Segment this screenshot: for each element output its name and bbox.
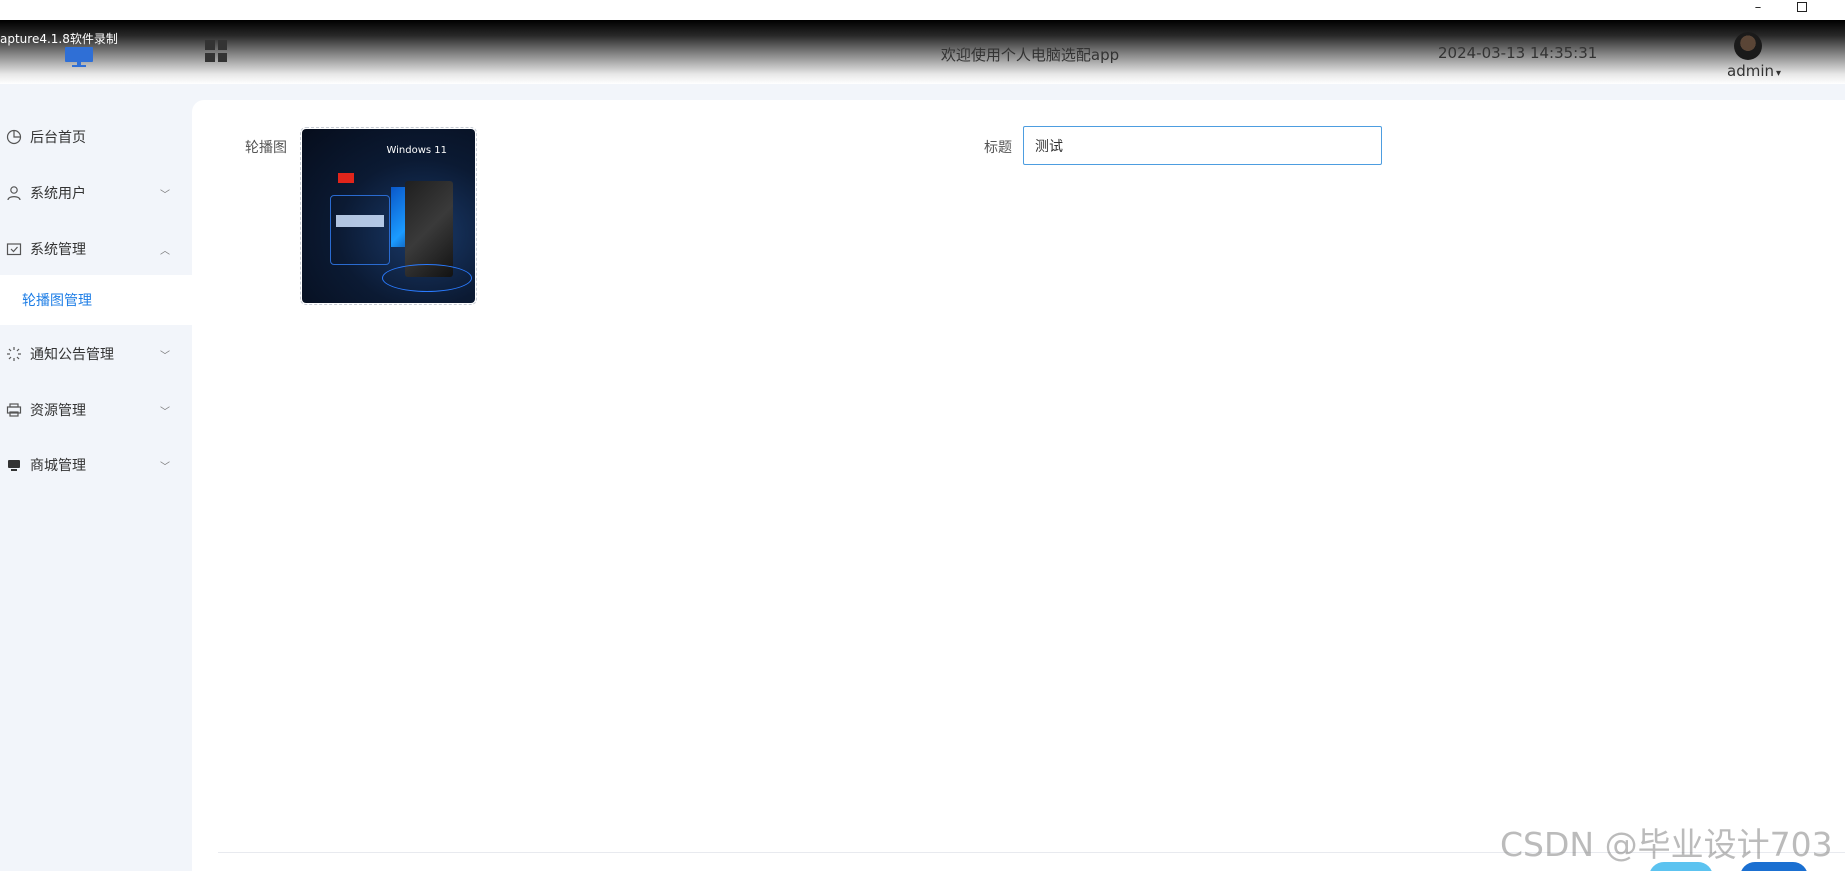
carousel-field-label: 轮播图 <box>245 140 287 156</box>
sidebar-item-resources[interactable]: 资源管理 ﹀ <box>0 390 192 430</box>
sidebar-item-mall[interactable]: 商城管理 ﹀ <box>0 445 192 485</box>
sidebar-subitem-carousel-management[interactable]: 轮播图管理 <box>0 275 192 325</box>
sidebar-item-label: 资源管理 <box>30 403 86 419</box>
sidebar-item-label: 通知公告管理 <box>30 347 114 363</box>
chevron-up-icon: ︿ <box>160 245 170 257</box>
sidebar-item-home[interactable]: 后台首页 <box>0 117 192 157</box>
submenu-label: 轮播图管理 <box>22 293 92 309</box>
sidebar-item-label: 系统用户 <box>30 186 86 202</box>
sidebar-item-label: 商城管理 <box>30 458 86 474</box>
folder-check-icon <box>6 241 22 257</box>
sidebar-item-notices[interactable]: 通知公告管理 ﹀ <box>0 334 192 374</box>
sidebar: 后台首页 系统用户 ﹀ 系统管理 ︿ 轮播图管理 通知公告管理 ﹀ 资源管理 ﹀ <box>0 84 192 871</box>
glow-ring-graphic <box>382 264 472 292</box>
header-datetime: 2024-03-13 14:35:31 <box>1438 44 1598 62</box>
chevron-down-icon: ﹀ <box>160 406 170 418</box>
capture-watermark-label: apture4.1.8软件录制 <box>0 32 118 46</box>
pie-chart-icon <box>6 129 22 145</box>
title-field-label: 标题 <box>984 140 1012 156</box>
minimize-button[interactable]: – <box>1748 0 1768 15</box>
user-icon <box>6 185 22 201</box>
slogan-text-block <box>336 215 384 227</box>
content-top-strip <box>192 84 1845 100</box>
slogan-frame <box>330 195 390 265</box>
title-input[interactable] <box>1023 126 1382 165</box>
user-name-label: admin <box>1727 62 1774 80</box>
menu-toggle-grid-icon[interactable] <box>205 40 227 62</box>
pc-tower-graphic <box>405 181 453 277</box>
csdn-watermark: CSDN @毕业设计703 <box>1500 825 1833 864</box>
monitor-logo-icon <box>65 47 93 67</box>
monitor-icon <box>6 457 22 473</box>
app-header: apture4.1.8软件录制 欢迎使用个人电脑选配app 2024-03-13… <box>0 20 1845 84</box>
carousel-image-preview: Windows 11 <box>302 129 475 303</box>
avatar[interactable] <box>1734 32 1762 60</box>
chevron-down-icon: ﹀ <box>160 350 170 362</box>
carousel-image-upload[interactable]: Windows 11 <box>300 127 477 305</box>
maximize-icon <box>1797 2 1807 12</box>
image-caption: Windows 11 <box>386 145 447 156</box>
maximize-button[interactable] <box>1792 0 1812 14</box>
caret-down-icon: ▾ <box>1776 68 1782 79</box>
sidebar-item-system-users[interactable]: 系统用户 ﹀ <box>0 173 192 213</box>
sidebar-item-label: 后台首页 <box>30 130 86 146</box>
minimize-icon: – <box>1754 0 1762 15</box>
chevron-down-icon: ﹀ <box>160 461 170 473</box>
window-titlebar: – <box>0 0 1845 20</box>
sidebar-item-system-management[interactable]: 系统管理 ︿ <box>0 229 192 269</box>
user-menu[interactable]: admin ▾ <box>1727 62 1781 80</box>
printer-icon <box>6 402 22 418</box>
loading-burst-icon <box>6 346 22 362</box>
page-title: 欢迎使用个人电脑选配app <box>940 46 1120 64</box>
brand-badge <box>338 173 354 183</box>
chevron-down-icon: ﹀ <box>160 189 170 201</box>
sidebar-item-label: 系统管理 <box>30 242 86 258</box>
